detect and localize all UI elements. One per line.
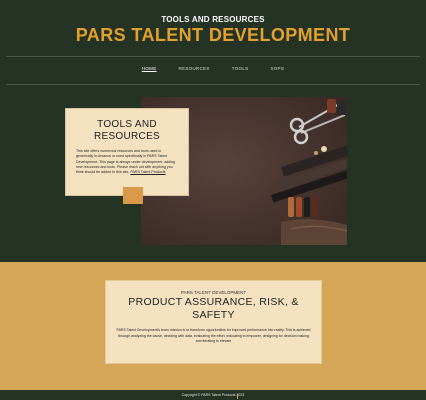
- nav-resources[interactable]: RESOURCES: [179, 66, 210, 71]
- header-eyebrow: TOOLS AND RESOURCES: [161, 15, 265, 24]
- nav-sops[interactable]: SOPS: [270, 66, 284, 71]
- hero-title: TOOLS AND RESOURCES: [66, 119, 188, 143]
- footer-accent-bar: [237, 394, 238, 399]
- mission-eyebrow: PARS TALENT DEVELOPMENT: [180, 290, 247, 295]
- hero-card: TOOLS AND RESOURCES This site offers num…: [66, 109, 188, 195]
- site-title[interactable]: PARS TALENT DEVELOPMENT: [0, 25, 426, 46]
- header-divider-top: [6, 56, 420, 57]
- mission-text: PARS Talent Development's team mission i…: [116, 328, 311, 343]
- site-footer: Copyright © PARS Talent Products 2023: [0, 390, 426, 400]
- nav-tools[interactable]: TOOLS: [232, 66, 249, 71]
- decorative-swatch: [123, 187, 143, 204]
- hero-description: This site offers numerous resources and …: [76, 149, 178, 175]
- hero-title-line2: RESOURCES: [93, 131, 161, 142]
- main-nav: HOME RESOURCES TOOLS SOPS: [0, 66, 426, 71]
- hero-title-line1: TOOLS AND: [97, 119, 157, 130]
- header-divider-bottom: [6, 84, 420, 85]
- pars-talent-products-link[interactable]: PARS Talent Products: [130, 170, 165, 174]
- mission-card: PARS TALENT DEVELOPMENT PRODUCT ASSURANC…: [106, 281, 321, 363]
- site-header: TOOLS AND RESOURCES PARS TALENT DEVELOPM…: [0, 0, 426, 94]
- copyright-text: Copyright © PARS Talent Products 2023: [181, 393, 245, 397]
- mission-title: PRODUCT ASSURANCE, RISK, & SAFETY: [128, 296, 299, 321]
- nav-home[interactable]: HOME: [142, 66, 157, 71]
